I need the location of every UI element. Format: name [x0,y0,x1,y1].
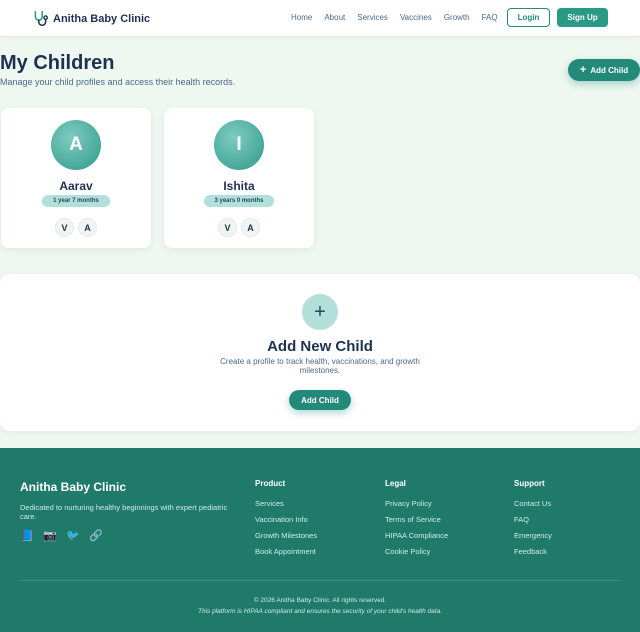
footer-link[interactable]: Emergency [514,531,552,540]
nav-link-about[interactable]: About [324,13,345,22]
footer-heading: Legal [385,479,406,488]
brand-logo-link[interactable]: Anitha Baby Clinic [32,10,150,27]
camera-icon[interactable]: 📷 [43,528,57,542]
child-name: Ishita [223,179,255,193]
appointments-chip[interactable]: A [241,218,260,237]
footer-link[interactable]: Vaccination Info [255,515,317,524]
footer-column-support: Support Contact Us FAQ Emergency Feedbac… [514,479,552,563]
bird-icon[interactable]: 🐦 [66,528,80,542]
footer-link[interactable]: FAQ [514,515,552,524]
top-navbar: Anitha Baby Clinic Home About Services V… [0,0,640,37]
add-child-header-button[interactable]: + Add Child [568,59,640,81]
child-age-badge: 1 year 7 months [42,195,110,207]
vaccines-chip[interactable]: V [218,218,237,237]
nav-link-home[interactable]: Home [291,13,312,22]
main-nav: Home About Services Vaccines Growth FAQ [291,13,510,22]
nav-link-faq[interactable]: FAQ [482,13,498,22]
plus-icon: + [579,64,587,76]
footer-link[interactable]: Contact Us [514,499,552,508]
appointments-chip[interactable]: A [78,218,97,237]
social-links: 📘 📷 🐦 🔗 [20,528,112,542]
copyright-text: © 2026 Anitha Baby Clinic. All rights re… [253,597,387,604]
child-avatar: A [51,120,101,170]
plus-icon: + [302,294,338,330]
vaccines-chip[interactable]: V [55,218,74,237]
footer-heading: Support [514,479,545,488]
footer-link[interactable]: Growth Milestones [255,531,317,540]
footer-divider [20,580,620,581]
link-icon[interactable]: 🔗 [89,528,103,542]
footer-link[interactable]: Feedback [514,547,552,556]
add-new-child-description: Create a profile to track health, vaccin… [220,357,420,375]
stethoscope-icon [34,10,48,26]
add-child-button[interactable]: Add Child [289,390,351,410]
footer-tagline: Dedicated to nurturing healthy beginning… [20,503,228,521]
footer-column-product: Product Services Vaccination Info Growth… [255,479,317,563]
child-card-aarav[interactable]: A Aarav 1 year 7 months V A [1,108,151,248]
child-card-ishita[interactable]: I Ishita 3 years 0 months V A [164,108,314,248]
add-new-child-title: Add New Child [267,338,373,355]
hipaa-note: This platform is HIPAA compliant and ens… [197,608,443,615]
nav-link-growth[interactable]: Growth [444,13,470,22]
login-button[interactable]: Login [507,8,550,27]
child-name: Aarav [59,179,93,193]
footer-brand: Anitha Baby Clinic [20,480,127,494]
add-new-child-panel: + Add New Child Create a profile to trac… [0,274,640,431]
footer-heading: Product [255,479,286,488]
page-subtitle: Manage your child profiles and access th… [0,77,236,87]
brand-name: Anitha Baby Clinic [53,12,151,25]
footer-link[interactable]: Book Appointment [255,547,317,556]
page-title: My Children [0,52,115,74]
footer-column-legal: Legal Privacy Policy Terms of Service HI… [385,479,448,563]
child-avatar: I [214,120,264,170]
footer-link[interactable]: Privacy Policy [385,499,448,508]
nav-link-vaccines[interactable]: Vaccines [400,13,432,22]
footer-link[interactable]: Services [255,499,317,508]
footer-link[interactable]: Terms of Service [385,515,448,524]
nav-link-services[interactable]: Services [357,13,388,22]
footer-link[interactable]: Cookie Policy [385,547,448,556]
child-age-badge: 3 years 0 months [204,195,274,207]
book-icon[interactable]: 📘 [20,528,34,542]
footer-link[interactable]: HIPAA Compliance [385,531,448,540]
signup-button[interactable]: Sign Up [557,8,608,27]
add-child-header-label: Add Child [590,65,629,75]
footer: Anitha Baby Clinic Dedicated to nurturin… [0,448,640,632]
